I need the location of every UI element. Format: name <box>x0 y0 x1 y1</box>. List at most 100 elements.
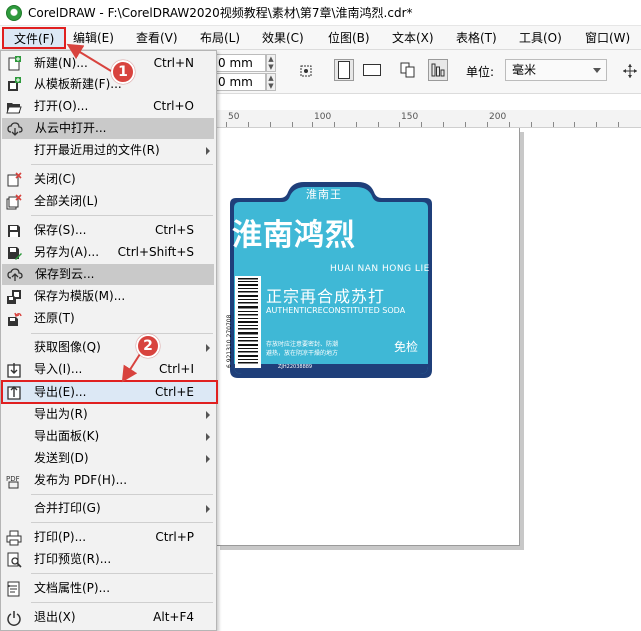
menu-item-new[interactable]: 新建(N)... Ctrl+N <box>1 53 216 74</box>
menu-item-label: 合并打印(G) <box>34 501 101 515</box>
cloud-upload-icon <box>7 267 23 283</box>
ruler-label: 100 <box>314 112 332 122</box>
menu-table[interactable]: 表格(T) <box>456 29 497 47</box>
move-icon[interactable] <box>620 60 640 82</box>
title-bar: CorelDRAW - F:\CorelDRAW2020视频教程\素材\第7章\… <box>0 0 641 26</box>
step-2-badge: 2 <box>136 334 160 358</box>
menu-item-label: 发布为 PDF(H)... <box>34 473 128 487</box>
menu-item-publish-pdf[interactable]: PDF 发布为 PDF(H)... <box>1 470 216 491</box>
portrait-orientation-icon[interactable] <box>334 59 354 81</box>
menu-item-label: 打开(O)... <box>34 99 89 113</box>
landscape-orientation-icon[interactable] <box>362 59 382 81</box>
units-select[interactable]: 毫米 <box>505 59 607 81</box>
menu-item-exit[interactable]: 退出(X) Alt+F4 <box>1 607 216 628</box>
menu-separator <box>31 494 213 495</box>
document-properties-icon <box>6 581 22 597</box>
menu-text[interactable]: 文本(X) <box>392 29 434 47</box>
width-spinner[interactable]: ▲ ▼ <box>266 54 276 72</box>
label-license: ZJH22038889 <box>278 364 313 370</box>
menu-item-label: 获取图像(Q) <box>34 340 101 354</box>
menu-item-merge-print[interactable]: 合并打印(G) <box>1 498 216 519</box>
menu-edit[interactable]: 编辑(E) <box>73 29 114 47</box>
menu-item-label: 关闭(C) <box>34 172 76 186</box>
menu-item-save[interactable]: 保存(S)... Ctrl+S <box>1 220 216 241</box>
new-from-template-icon <box>6 77 22 93</box>
menu-item-acquire-image[interactable]: 获取图像(Q) <box>1 337 216 358</box>
submenu-arrow-icon <box>206 411 210 419</box>
print-icon <box>6 530 22 546</box>
menu-item-shortcut: Ctrl+O <box>153 99 194 113</box>
nudge-icon[interactable] <box>296 60 316 82</box>
menu-item-export-as[interactable]: 导出为(R) <box>1 404 216 425</box>
menu-separator <box>31 602 213 603</box>
submenu-arrow-icon <box>206 433 210 441</box>
menu-item-shortcut: Ctrl+Shift+S <box>117 245 194 259</box>
menu-tools[interactable]: 工具(O) <box>519 29 562 47</box>
import-icon <box>6 362 22 378</box>
menu-item-label: 退出(X) <box>34 610 76 624</box>
units-label: 单位: <box>466 65 495 79</box>
file-menu-dropdown: 新建(N)... Ctrl+N 从模板新建(F)... 打开(O)... Ctr… <box>0 50 218 631</box>
menu-item-shortcut: Alt+F4 <box>153 610 194 624</box>
menu-window[interactable]: 窗口(W) <box>585 29 630 47</box>
menu-item-new-from-template[interactable]: 从模板新建(F)... <box>1 74 216 95</box>
menu-item-print[interactable]: 打印(P)... Ctrl+P <box>1 527 216 548</box>
horizontal-ruler: 50 100 150 200 <box>216 110 641 128</box>
menu-item-document-properties[interactable]: 文档属性(P)... <box>1 578 216 599</box>
menu-view[interactable]: 查看(V) <box>136 29 178 47</box>
object-width-field[interactable]: 0 mm <box>214 54 266 72</box>
menu-item-shortcut: Ctrl+N <box>153 56 194 70</box>
soda-label-artwork[interactable]: 淮南王 淮南鸿烈 HUAI NAN HONG LIE 6 921310 2707… <box>222 180 440 380</box>
new-document-icon <box>6 56 22 72</box>
ruler-label: 200 <box>489 112 507 122</box>
menu-separator <box>31 215 213 216</box>
menu-item-save-as-template[interactable]: 保存为模版(M)... <box>1 286 216 307</box>
menu-item-revert[interactable]: 还原(T) <box>1 308 216 329</box>
menu-item-label: 打印(P)... <box>34 530 87 544</box>
menu-separator <box>31 164 213 165</box>
height-spinner[interactable]: ▲ ▼ <box>266 73 276 91</box>
menu-layout[interactable]: 布局(L) <box>200 29 240 47</box>
save-template-icon <box>6 289 22 305</box>
object-height-field[interactable]: 0 mm <box>214 73 266 91</box>
save-icon <box>6 223 22 239</box>
menu-item-export-panel[interactable]: 导出面板(K) <box>1 426 216 447</box>
menu-item-save-as[interactable]: 另存为(A)... Ctrl+Shift+S <box>1 242 216 263</box>
cloud-download-icon <box>7 121 23 137</box>
menu-item-shortcut: Ctrl+E <box>155 385 194 399</box>
menu-item-label: 新建(N)... <box>34 56 88 70</box>
menu-item-print-preview[interactable]: 打印预览(R)... <box>1 549 216 570</box>
close-document-icon <box>6 172 22 188</box>
menu-item-open-recent[interactable]: 打开最近用过的文件(R) <box>1 140 216 161</box>
menu-bitmaps[interactable]: 位图(B) <box>328 29 370 47</box>
current-page-icon[interactable] <box>428 59 448 81</box>
menu-item-shortcut: Ctrl+I <box>159 362 194 376</box>
menu-file[interactable]: 文件(F) <box>2 27 67 49</box>
menu-item-label: 打印预览(R)... <box>34 552 112 566</box>
coreldraw-logo-icon <box>6 4 22 21</box>
menu-item-save-to-cloud[interactable]: 保存到云... <box>2 264 214 285</box>
menu-item-close-all[interactable]: 全部关闭(L) <box>1 191 216 212</box>
menu-item-close[interactable]: 关闭(C) <box>1 169 216 190</box>
menu-separator <box>31 573 213 574</box>
menu-item-open-from-cloud[interactable]: 从云中打开... <box>2 118 214 139</box>
label-notice: 存放时应注意要密封、防潮 避热，放在阴凉干燥的地方 <box>266 341 339 357</box>
barcode <box>235 276 261 368</box>
all-pages-icon[interactable] <box>398 59 418 81</box>
submenu-arrow-icon <box>206 344 210 352</box>
step-1-badge: 1 <box>111 60 135 84</box>
menu-item-label: 导出(E)... <box>34 385 87 399</box>
menu-item-send-to[interactable]: 发送到(D) <box>1 448 216 469</box>
menu-item-label: 还原(T) <box>34 311 75 325</box>
label-slogan: 正宗再合成苏打 <box>266 287 386 306</box>
menu-item-open[interactable]: 打开(O)... Ctrl+O <box>1 96 216 117</box>
menu-item-label: 保存到云... <box>35 267 95 281</box>
export-icon <box>6 384 22 400</box>
menu-separator <box>31 522 213 523</box>
menu-item-import[interactable]: 导入(I)... Ctrl+I <box>1 359 216 380</box>
menu-item-label: 另存为(A)... <box>34 245 100 259</box>
menu-item-export[interactable]: 导出(E)... Ctrl+E <box>1 380 218 404</box>
menu-effects[interactable]: 效果(C) <box>262 29 304 47</box>
chevron-down-icon <box>593 68 601 73</box>
save-as-icon <box>6 245 22 261</box>
